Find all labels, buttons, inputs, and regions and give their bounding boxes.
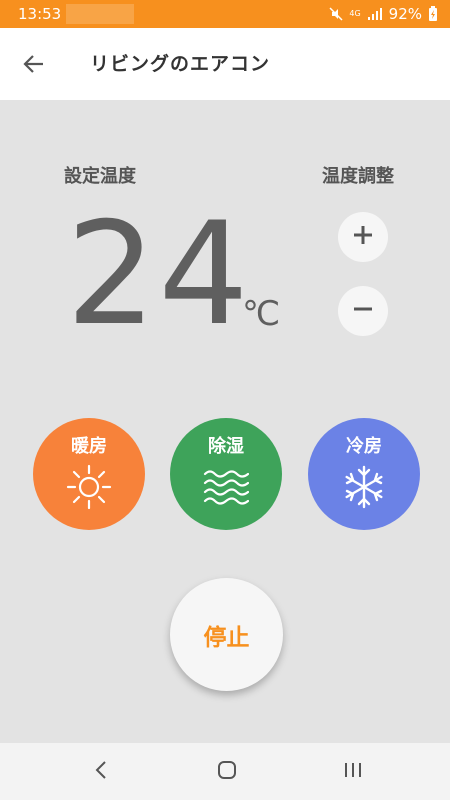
back-button[interactable]	[18, 50, 50, 82]
nav-back-button[interactable]	[85, 757, 117, 787]
heating-mode-button[interactable]: 暖房	[33, 418, 145, 530]
stop-button-label: 停止	[203, 624, 250, 651]
snowflake-icon	[345, 465, 383, 509]
mute-icon	[329, 7, 343, 21]
temperature-unit: ℃	[242, 294, 281, 334]
temperature-adjust-label: 温度調整	[322, 166, 394, 187]
dehumidify-mode-button[interactable]: 除湿	[170, 418, 282, 530]
arrow-left-icon	[22, 52, 46, 80]
nav-home-icon	[217, 760, 237, 784]
system-navigation-bar	[0, 743, 450, 800]
dehumidify-mode-label: 除湿	[208, 436, 244, 457]
status-bar: 13:53 4G 92%	[0, 0, 450, 28]
battery-charging-icon	[428, 6, 438, 22]
sun-icon	[66, 464, 112, 510]
status-time: 13:53	[18, 5, 62, 23]
cooling-mode-label: 冷房	[346, 436, 382, 457]
battery-percent: 92%	[388, 5, 422, 23]
app-bar: リビングのエアコン	[0, 28, 450, 100]
status-notification-area	[66, 4, 134, 24]
nav-back-icon	[94, 760, 108, 784]
page-title: リビングのエアコン	[90, 53, 271, 75]
increase-temperature-button[interactable]	[338, 212, 388, 262]
nav-recent-apps-button[interactable]	[337, 757, 369, 787]
app-screen: 13:53 4G 92% リビングのエアコン 設定温度 温度調整 24 ℃ 暖房…	[0, 0, 450, 800]
nav-recent-icon	[343, 761, 363, 783]
status-icons: 4G 92%	[329, 3, 438, 25]
temperature-value: 24	[66, 192, 251, 357]
waves-icon	[203, 470, 249, 505]
network-type-label: 4G	[349, 9, 361, 18]
nav-home-button[interactable]	[211, 757, 243, 787]
cooling-mode-button[interactable]: 冷房	[308, 418, 420, 530]
decrease-temperature-button[interactable]	[338, 286, 388, 336]
minus-icon	[352, 298, 374, 324]
stop-button[interactable]: 停止	[170, 578, 283, 691]
setting-temperature-label: 設定温度	[64, 166, 136, 187]
heating-mode-label: 暖房	[71, 436, 107, 457]
signal-icon	[367, 7, 383, 21]
plus-icon	[352, 224, 374, 250]
